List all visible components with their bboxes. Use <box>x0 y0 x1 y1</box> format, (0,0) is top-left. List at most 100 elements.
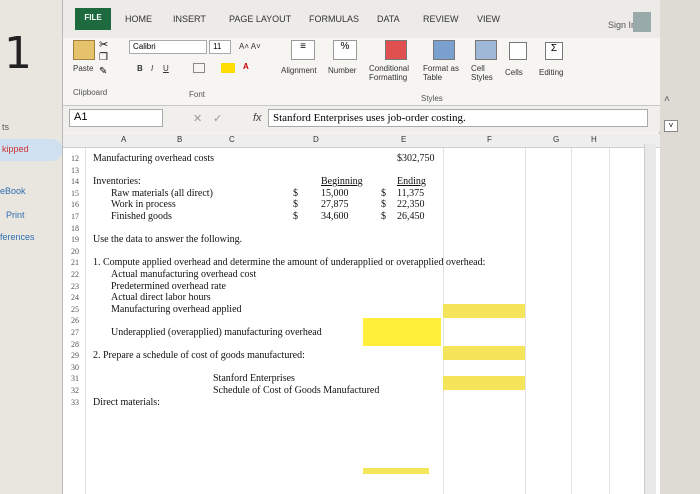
tab-file[interactable]: FILE <box>75 8 111 30</box>
tab-view[interactable]: VIEW <box>477 14 500 24</box>
collapse-ribbon-icon[interactable]: ˄ <box>664 94 670 105</box>
row-number[interactable]: 21 <box>71 258 79 267</box>
cell-e[interactable]: 22,350 <box>397 199 425 210</box>
cell-a[interactable]: 1. Compute applied overhead and determin… <box>93 257 485 268</box>
cell-es[interactable]: $ <box>381 199 386 210</box>
cell-a[interactable]: Direct materials: <box>93 397 160 408</box>
nav-item[interactable]: ts <box>2 122 9 132</box>
cell-ds[interactable]: $ <box>293 188 298 199</box>
cell-e[interactable]: $302,750 <box>397 153 435 164</box>
column-header[interactable]: B <box>177 135 182 144</box>
cut-icon[interactable]: ✂ <box>99 38 108 51</box>
cell-a[interactable]: 2. Prepare a schedule of cost of goods m… <box>93 350 305 361</box>
tab-formulas[interactable]: FORMULAS <box>309 14 359 24</box>
row-number[interactable]: 30 <box>71 363 79 372</box>
column-header[interactable]: E <box>401 135 406 144</box>
row-number[interactable]: 33 <box>71 398 79 407</box>
cell-es[interactable]: $ <box>381 188 386 199</box>
column-header[interactable]: F <box>487 135 492 144</box>
conditional-formatting-button[interactable]: Conditional Formatting <box>369 64 409 82</box>
cell-b[interactable]: Underapplied (overapplied) manufacturing… <box>111 327 322 338</box>
cell-e[interactable]: 11,375 <box>397 188 424 199</box>
font-name-select[interactable]: Calibri <box>129 40 207 54</box>
row-number[interactable]: 32 <box>71 386 79 395</box>
cell-d[interactable]: Beginning <box>321 176 363 187</box>
cell-a[interactable]: Manufacturing overhead costs <box>93 153 214 164</box>
avatar-icon[interactable] <box>633 12 651 32</box>
ebook-link[interactable]: eBook <box>0 186 26 196</box>
input-cell[interactable] <box>443 376 525 390</box>
alignment-icon[interactable]: ≡ <box>291 40 315 60</box>
cell-b[interactable]: Raw materials (all direct) <box>111 188 213 199</box>
column-header[interactable]: G <box>553 135 559 144</box>
tab-insert[interactable]: INSERT <box>173 14 206 24</box>
cell-ds[interactable]: $ <box>293 199 298 210</box>
tab-home[interactable]: HOME <box>125 14 152 24</box>
cell-e[interactable]: Ending <box>397 176 426 187</box>
formula-input[interactable]: Stanford Enterprises uses job-order cost… <box>268 109 648 127</box>
row-number[interactable]: 18 <box>71 224 79 233</box>
cell-d[interactable]: 15,000 <box>321 188 349 199</box>
row-number[interactable]: 16 <box>71 200 79 209</box>
row-number[interactable]: 12 <box>71 154 79 163</box>
row-number[interactable]: 19 <box>71 235 79 244</box>
font-color-icon[interactable]: A <box>243 62 249 71</box>
paste-icon[interactable] <box>73 40 95 60</box>
column-header[interactable]: A <box>121 135 126 144</box>
italic-button[interactable]: I <box>151 64 153 73</box>
enter-icon[interactable]: ✓ <box>213 112 222 125</box>
skipped-badge[interactable]: kipped <box>0 139 62 161</box>
references-link[interactable]: ferences <box>0 232 35 242</box>
tab-review[interactable]: REVIEW <box>423 14 459 24</box>
sign-in-link[interactable]: Sign In <box>608 20 636 30</box>
column-header[interactable]: C <box>229 135 235 144</box>
conditional-formatting-icon[interactable] <box>385 40 407 60</box>
expand-formula-icon[interactable]: ˅ <box>664 120 678 132</box>
cell-a[interactable]: Use the data to answer the following. <box>93 234 242 245</box>
percent-icon[interactable]: % <box>333 40 357 60</box>
row-number[interactable]: 31 <box>71 374 79 383</box>
row-number[interactable]: 15 <box>71 189 79 198</box>
borders-icon[interactable] <box>193 63 205 73</box>
cancel-icon[interactable]: ✕ <box>193 112 202 125</box>
row-number[interactable]: 20 <box>71 247 79 256</box>
cell-b[interactable]: Predetermined overhead rate <box>111 281 226 292</box>
row-number[interactable]: 17 <box>71 212 79 221</box>
cell-a[interactable]: Inventories: <box>93 176 141 187</box>
input-cell[interactable] <box>363 468 429 474</box>
row-number[interactable]: 23 <box>71 282 79 291</box>
row-number[interactable]: 13 <box>71 166 79 175</box>
tab-page-layout[interactable]: PAGE LAYOUT <box>229 14 291 24</box>
cell-b[interactable]: Manufacturing overhead applied <box>111 304 242 315</box>
bold-button[interactable]: B <box>137 64 143 73</box>
cell-styles-icon[interactable] <box>475 40 497 60</box>
cell-es[interactable]: $ <box>381 211 386 222</box>
cell-d[interactable]: 34,600 <box>321 211 349 222</box>
cell-ds[interactable]: $ <box>293 211 298 222</box>
format-as-table-button[interactable]: Format as Table <box>423 64 459 82</box>
insert-function-icon[interactable]: fx <box>253 112 262 124</box>
font-size-select[interactable]: 11 <box>209 40 231 54</box>
row-number[interactable]: 26 <box>71 316 79 325</box>
cell-d[interactable]: 27,875 <box>321 199 349 210</box>
tab-data[interactable]: DATA <box>377 14 400 24</box>
alignment-button[interactable]: Alignment <box>281 66 317 75</box>
row-number[interactable]: 14 <box>71 177 79 186</box>
paste-button[interactable]: Paste <box>73 64 93 73</box>
name-box[interactable]: A1 <box>69 109 163 127</box>
format-as-table-icon[interactable] <box>433 40 455 60</box>
row-number[interactable]: 25 <box>71 305 79 314</box>
fill-color-icon[interactable] <box>221 63 235 73</box>
row-number[interactable]: 28 <box>71 340 79 349</box>
format-painter-icon[interactable]: ✎ <box>99 66 107 77</box>
vertical-scrollbar[interactable] <box>644 144 656 494</box>
number-button[interactable]: Number <box>328 66 356 75</box>
cell-e[interactable]: 26,450 <box>397 211 425 222</box>
cell-styles-button[interactable]: Cell Styles <box>471 64 493 82</box>
print-link[interactable]: Print <box>6 210 25 220</box>
input-cell[interactable] <box>363 318 441 346</box>
copy-icon[interactable]: ❐ <box>99 52 108 63</box>
cells-icon[interactable] <box>509 42 527 60</box>
grow-font-icon[interactable]: A˄ A˅ <box>239 42 261 51</box>
row-number[interactable]: 27 <box>71 328 79 337</box>
